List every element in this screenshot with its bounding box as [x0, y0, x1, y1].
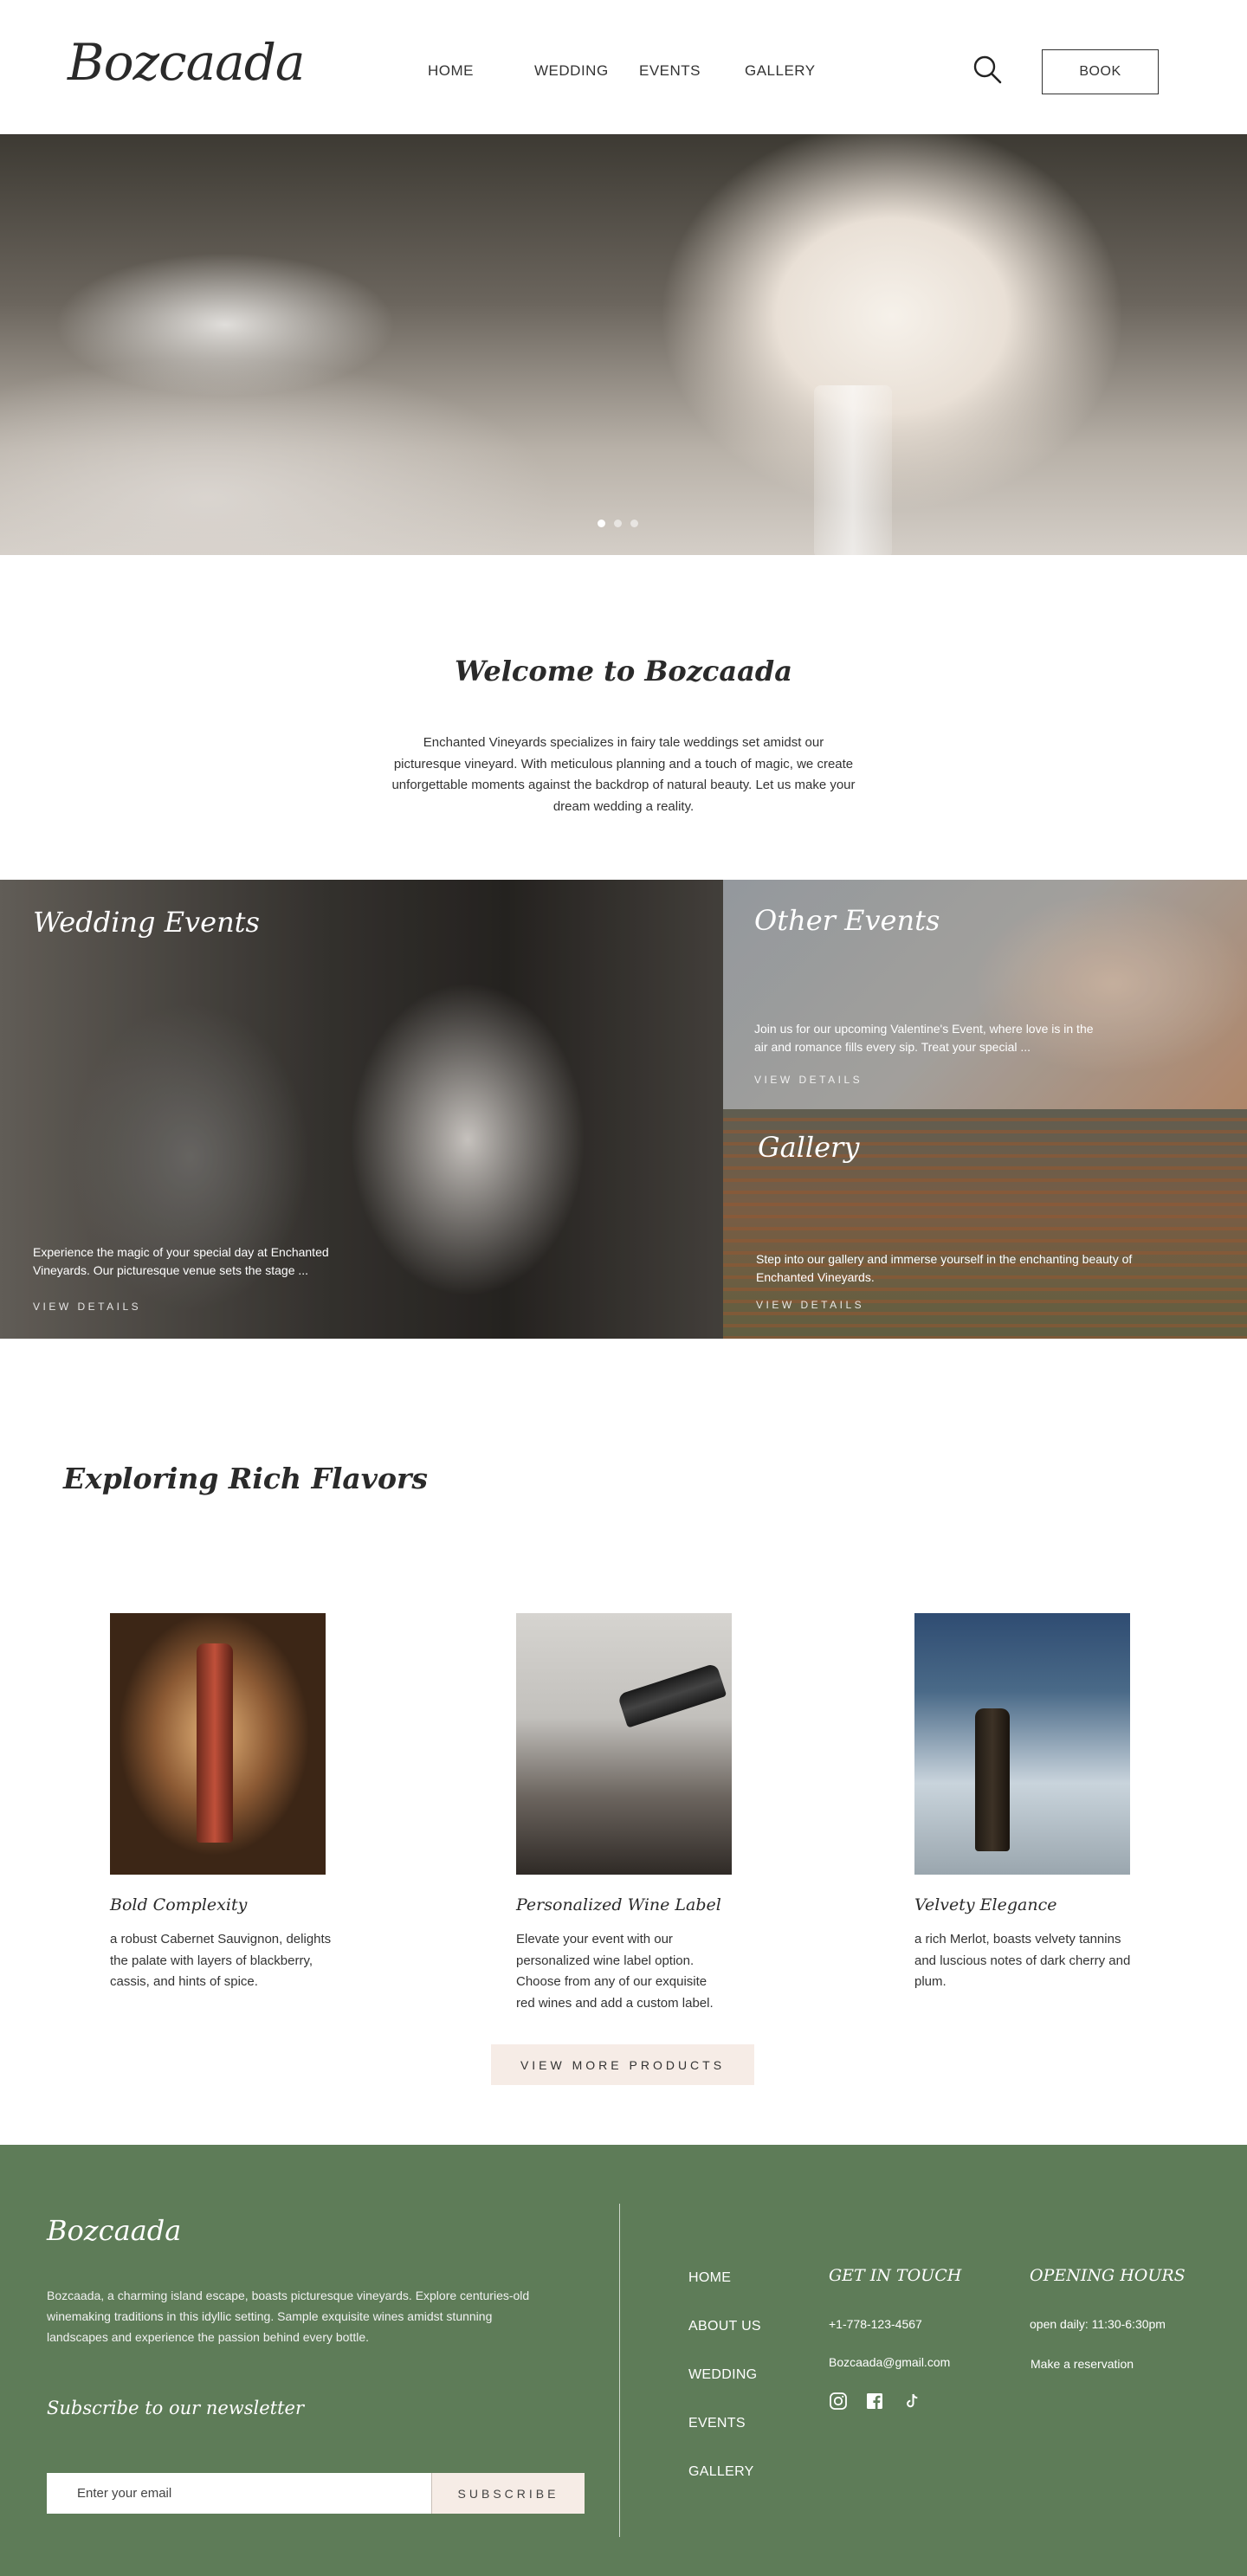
card-title: Gallery [758, 1131, 860, 1164]
card-desc: Experience the magic of your special day… [33, 1245, 329, 1277]
subscribe-button[interactable]: SUBSCRIBE [431, 2473, 585, 2514]
nav-wedding[interactable]: WEDDING [534, 62, 609, 80]
card-desc: Join us for our upcoming Valentine's Eve… [754, 1022, 1094, 1054]
nav-home[interactable]: HOME [428, 62, 474, 80]
contact-email[interactable]: Bozcaada@gmail.com [829, 2355, 950, 2369]
footer-nav-events[interactable]: EVENTS [688, 2416, 746, 2431]
hero-vase-decoration [814, 385, 892, 555]
site-footer: Bozcaada Bozcaada, a charming island esc… [0, 2145, 1247, 2576]
view-more-products-button[interactable]: VIEW MORE PRODUCTS [491, 2044, 754, 2085]
card-gallery[interactable]: Gallery Step into our gallery and immers… [723, 1109, 1247, 1339]
view-details-link[interactable]: VIEW DETAILS [754, 1074, 863, 1086]
opening-hours-text: open daily: 11:30-6:30pm [1030, 2317, 1166, 2331]
card-title: Wedding Events [33, 906, 260, 939]
wine-bottle-image [617, 1662, 727, 1728]
search-icon[interactable] [972, 54, 1003, 85]
footer-divider [619, 2204, 620, 2537]
slide-dot-1[interactable] [598, 520, 605, 527]
card-desc: Step into our gallery and immerse yourse… [756, 1252, 1133, 1284]
product-image-bold-complexity[interactable] [110, 1613, 326, 1875]
card-wedding-events[interactable]: Wedding Events Experience the magic of y… [0, 880, 723, 1339]
product-title[interactable]: Velvety Elegance [914, 1895, 1057, 1914]
footer-nav-home[interactable]: HOME [688, 2270, 731, 2286]
slide-dot-2[interactable] [614, 520, 622, 527]
contact-title: GET IN TOUCH [829, 2266, 962, 2285]
tiktok-icon[interactable] [902, 2392, 921, 2411]
view-details-link[interactable]: VIEW DETAILS [756, 1299, 864, 1311]
flavors-title: Exploring Rich Flavors [63, 1462, 428, 1495]
footer-nav-wedding[interactable]: WEDDING [688, 2367, 757, 2383]
book-button[interactable]: BOOK [1042, 49, 1159, 94]
instagram-icon[interactable] [829, 2392, 848, 2411]
nav-events[interactable]: EVENTS [639, 62, 701, 80]
footer-nav-gallery[interactable]: GALLERY [688, 2464, 754, 2480]
card-other-events[interactable]: Other Events Join us for our upcoming Va… [723, 880, 1247, 1109]
slide-dot-3[interactable] [630, 520, 638, 527]
hero-slide-indicators [598, 520, 638, 527]
welcome-title: Welcome to Bozcaada [455, 655, 792, 688]
nav-gallery[interactable]: GALLERY [745, 62, 816, 80]
hours-title: OPENING HOURS [1030, 2266, 1186, 2285]
hero-banner [0, 134, 1247, 555]
product-desc: a robust Cabernet Sauvignon, delights th… [110, 1932, 332, 1989]
contact-phone[interactable]: +1-778-123-4567 [829, 2317, 922, 2331]
product-image-personalized-label[interactable] [516, 1613, 732, 1875]
newsletter-title: Subscribe to our newsletter [47, 2398, 305, 2418]
wine-bottle-image [197, 1643, 233, 1843]
footer-about-text: Bozcaada, a charming island escape, boas… [47, 2289, 530, 2344]
newsletter-email-input[interactable] [47, 2473, 431, 2514]
site-header: Bozcaada HOME WEDDING EVENTS GALLERY BOO… [0, 0, 1247, 134]
footer-logo[interactable]: Bozcaada [47, 2214, 181, 2247]
facebook-icon[interactable] [865, 2392, 884, 2411]
make-reservation-link[interactable]: Make a reservation [1031, 2357, 1134, 2371]
card-title: Other Events [754, 904, 940, 937]
welcome-text: Enchanted Vineyards specializes in fairy… [391, 735, 856, 814]
footer-nav-about[interactable]: ABOUT US [688, 2319, 761, 2334]
product-desc: a rich Merlot, boasts velvety tannins an… [914, 1932, 1131, 1989]
view-details-link[interactable]: VIEW DETAILS [33, 1301, 141, 1313]
product-desc: Elevate your event with our personalized… [516, 1932, 714, 2011]
product-title[interactable]: Personalized Wine Label [516, 1895, 721, 1914]
product-title[interactable]: Bold Complexity [110, 1895, 247, 1914]
site-logo[interactable]: Bozcaada [68, 33, 305, 92]
wine-bottle-image [975, 1708, 1010, 1851]
product-image-velvety-elegance[interactable] [914, 1613, 1130, 1875]
